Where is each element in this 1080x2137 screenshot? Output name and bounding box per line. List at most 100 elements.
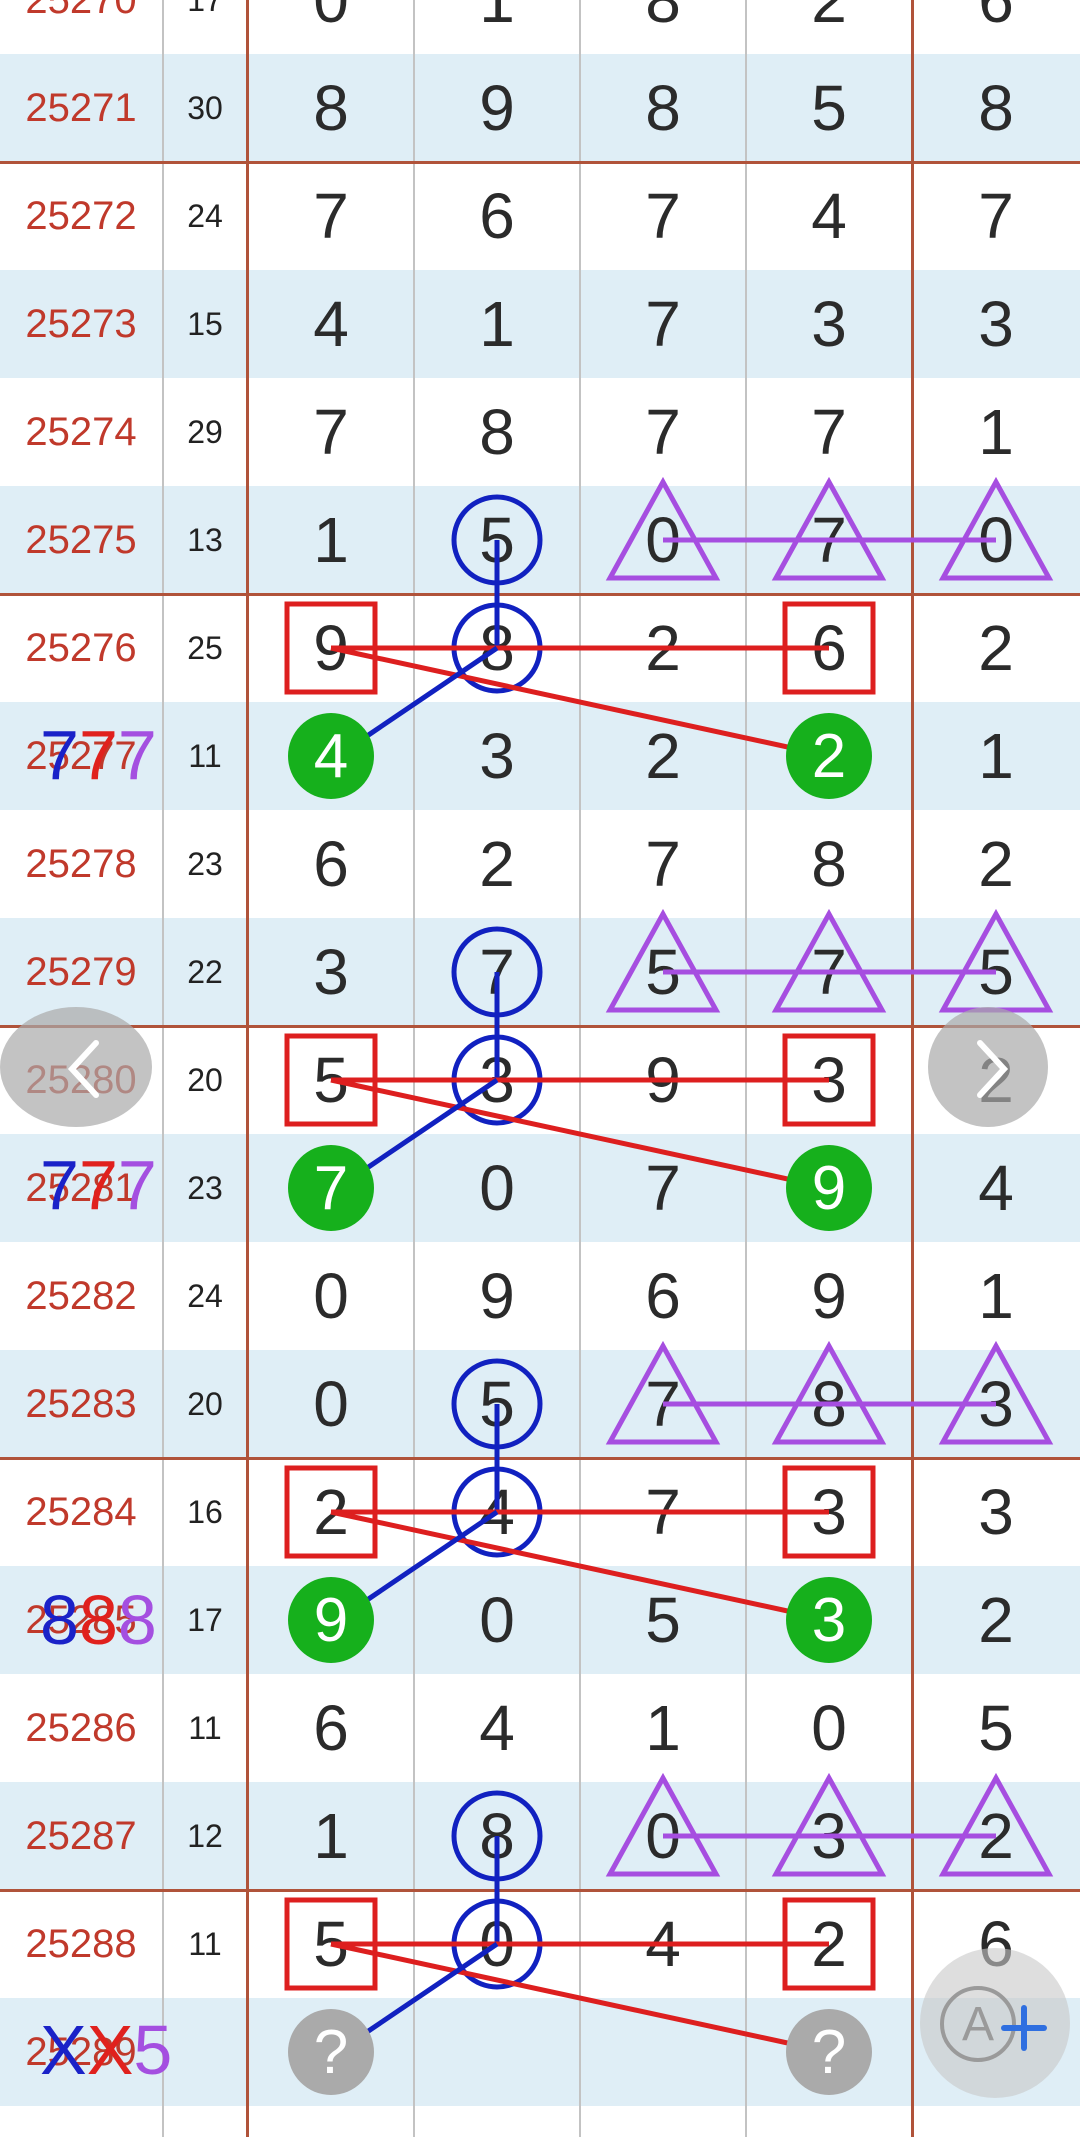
sum-value: 17 — [162, 0, 248, 54]
digit-cell: 0 — [645, 1800, 681, 1872]
group-divider — [0, 1025, 1080, 1028]
digit-cell: 6 — [313, 828, 349, 900]
group-divider — [0, 161, 1080, 164]
sum-value: 11 — [188, 737, 222, 774]
digit-cell: 8 — [479, 396, 515, 468]
digit-cell: 5 — [313, 1908, 349, 1980]
issue-number: 25278 — [25, 841, 137, 886]
digit-cell: 9 — [811, 1152, 847, 1224]
svg-text:A: A — [962, 1998, 994, 2051]
float-tool-button[interactable]: A — [920, 1948, 1070, 2098]
digit-cell: 5 — [645, 1584, 681, 1656]
digit-cell: 2 — [811, 1908, 847, 1980]
digit-cell: 2 — [978, 1800, 1014, 1872]
digit-cell: 6 — [978, 0, 1014, 36]
sum-value: 25 — [187, 629, 223, 666]
issue-number: 25289 — [25, 2029, 137, 2074]
digit-cell: 6 — [645, 1260, 681, 1332]
digit-cell: 9 — [313, 612, 349, 684]
digit-cell: 7 — [645, 396, 681, 468]
sum-value: 20 — [187, 1385, 223, 1422]
digit-cell: 7 — [811, 936, 847, 1008]
digit-cell: 2 — [978, 1584, 1014, 1656]
digit-cell: 8 — [479, 1800, 515, 1872]
issue-number: 25275 — [25, 517, 137, 562]
digit-cell: 4 — [811, 180, 847, 252]
issue-number: 25272 — [25, 193, 137, 238]
digit-cell: 0 — [479, 1584, 515, 1656]
digit-cell: 2 — [811, 0, 847, 36]
digit-cell: 9 — [645, 1044, 681, 1116]
sum-value: 23 — [187, 1169, 223, 1206]
grid-divider — [413, 0, 415, 2137]
issue-number: 25287 — [25, 1813, 137, 1858]
digit-cell: 6 — [313, 1692, 349, 1764]
digit-cell: 3 — [978, 288, 1014, 360]
digit-cell: 2 — [645, 720, 681, 792]
digit-cell: 4 — [313, 288, 349, 360]
digit-cell: 0 — [978, 504, 1014, 576]
digit-cell: 3 — [811, 1584, 847, 1656]
sum-value: 29 — [187, 413, 223, 450]
sum-value: 13 — [187, 521, 223, 558]
digit-cell: 7 — [645, 828, 681, 900]
digit-cell: 3 — [811, 1044, 847, 1116]
issue-number: 25273 — [25, 301, 137, 346]
digit-cell: 2 — [479, 828, 515, 900]
digit-cell: 5 — [978, 1692, 1014, 1764]
digit-cell: 3 — [811, 1800, 847, 1872]
digit-cell: 9 — [811, 1260, 847, 1332]
issue-number: 25271 — [25, 85, 137, 130]
sum-value: 11 — [188, 1709, 222, 1746]
prev-button[interactable] — [0, 1007, 152, 1127]
sum-value — [162, 1998, 248, 2106]
issue-number: 25288 — [25, 1921, 137, 1966]
digit-cell — [414, 1998, 580, 2106]
digit-cell: 7 — [479, 936, 515, 1008]
digit-cell: 1 — [313, 1800, 349, 1872]
digit-cell: 4 — [313, 720, 349, 792]
digit-cell: 5 — [479, 1368, 515, 1440]
digit-cell: 6 — [479, 180, 515, 252]
digit-cell: 3 — [313, 936, 349, 1008]
digit-cell: 7 — [645, 180, 681, 252]
digit-cell: 9 — [313, 1584, 349, 1656]
digit-cell: 3 — [479, 1044, 515, 1116]
digit-cell: 7 — [645, 1152, 681, 1224]
digit-cell: 0 — [313, 0, 349, 36]
digit-cell: 5 — [645, 936, 681, 1008]
digit-cell: 4 — [978, 1152, 1014, 1224]
digit-cell: 3 — [811, 288, 847, 360]
digit-cell: 8 — [978, 72, 1014, 144]
issue-number: 25274 — [25, 409, 137, 454]
group-divider — [0, 593, 1080, 596]
digit-cell: 1 — [313, 504, 349, 576]
digit-cell: 2 — [811, 720, 847, 792]
chevron-left-icon — [67, 1040, 99, 1098]
issue-number: 25277 — [25, 733, 137, 778]
issue-number: 25285 — [25, 1597, 137, 1642]
digit-cell: 1 — [645, 1692, 681, 1764]
digit-cell: 1 — [978, 1260, 1014, 1332]
digit-cell: 2 — [978, 612, 1014, 684]
digit-cell: 9 — [479, 1260, 515, 1332]
digit-cell: 7 — [313, 396, 349, 468]
next-button[interactable] — [928, 1007, 1048, 1127]
digit-cell: ? — [313, 2016, 349, 2088]
digit-cell: 7 — [645, 288, 681, 360]
digit-cell: 9 — [479, 72, 515, 144]
digit-cell: 0 — [645, 504, 681, 576]
digit-cell: 3 — [811, 1476, 847, 1548]
issue-number: 25270 — [0, 0, 162, 54]
digit-cell: 5 — [313, 1044, 349, 1116]
digit-cell: 8 — [479, 612, 515, 684]
grid-divider — [246, 0, 249, 2137]
digit-cell: 6 — [811, 612, 847, 684]
digit-cell: 0 — [479, 1152, 515, 1224]
digit-cell: 8 — [313, 72, 349, 144]
digit-cell: 7 — [811, 504, 847, 576]
digit-cell: 1 — [479, 288, 515, 360]
chevron-right-icon — [977, 1040, 1009, 1098]
issue-number: 25276 — [25, 625, 137, 670]
issue-number: 25282 — [25, 1273, 137, 1318]
